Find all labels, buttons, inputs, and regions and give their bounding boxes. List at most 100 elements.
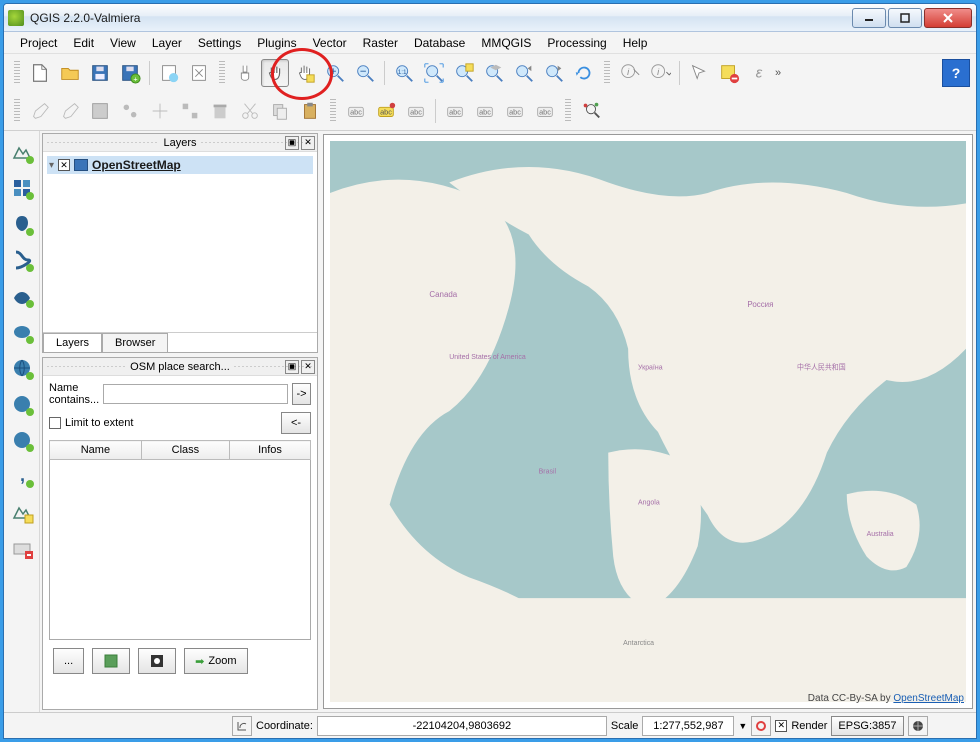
close-button[interactable] — [924, 8, 972, 28]
layer-tree[interactable]: ▾ ✕ OpenStreetMap — [43, 152, 317, 330]
new-project-button[interactable] — [26, 59, 54, 87]
add-delimited-layer-button[interactable]: , — [7, 461, 37, 491]
zoom-selection-button[interactable] — [450, 59, 478, 87]
save-edits-button[interactable] — [86, 97, 114, 125]
crs-icon[interactable] — [908, 716, 928, 736]
zoom-next-button[interactable] — [540, 59, 568, 87]
toolbar-overflow[interactable]: » — [775, 67, 789, 79]
tab-browser[interactable]: Browser — [102, 333, 168, 352]
zoom-in-button[interactable] — [321, 59, 349, 87]
pan-map-button[interactable] — [261, 59, 289, 87]
edit-button-2[interactable] — [56, 97, 84, 125]
add-wcs-layer-button[interactable] — [7, 389, 37, 419]
menu-project[interactable]: Project — [12, 34, 65, 52]
osm-results-list[interactable] — [49, 460, 311, 640]
coordinate-input[interactable] — [317, 716, 607, 736]
label-tool-7[interactable]: abc — [531, 97, 559, 125]
menu-processing[interactable]: Processing — [539, 34, 614, 52]
expression-select-button[interactable]: ε — [745, 59, 773, 87]
toggle-extents-icon[interactable] — [232, 716, 252, 736]
zoom-layer-button[interactable] — [480, 59, 508, 87]
tab-layers[interactable]: Layers — [43, 333, 102, 352]
new-shapefile-button[interactable] — [7, 497, 37, 527]
identify-button[interactable]: i — [616, 59, 644, 87]
menu-layer[interactable]: Layer — [144, 34, 190, 52]
save-project-button[interactable] — [86, 59, 114, 87]
refresh-button[interactable] — [570, 59, 598, 87]
limit-extent-checkbox[interactable] — [49, 417, 61, 429]
toggle-edit-button[interactable] — [26, 97, 54, 125]
remove-layer-button[interactable] — [7, 533, 37, 563]
cut-button[interactable] — [236, 97, 264, 125]
touch-zoom-button[interactable] — [231, 59, 259, 87]
menu-view[interactable]: View — [102, 34, 144, 52]
new-composer-button[interactable] — [155, 59, 183, 87]
osm-tool-button[interactable] — [577, 97, 605, 125]
menu-database[interactable]: Database — [406, 34, 473, 52]
col-infos[interactable]: Infos — [230, 441, 311, 460]
pan-to-selection-button[interactable] — [291, 59, 319, 87]
layers-panel-close-icon[interactable]: ✕ — [301, 136, 315, 150]
crs-button[interactable]: EPSG:3857 — [831, 716, 903, 736]
add-oracle-layer-button[interactable] — [7, 317, 37, 347]
stop-render-button[interactable] — [751, 716, 771, 736]
deselect-button[interactable] — [715, 59, 743, 87]
zoom-out-button[interactable] — [351, 59, 379, 87]
paste-button[interactable] — [296, 97, 324, 125]
label-tool-2[interactable]: abc — [372, 97, 400, 125]
add-feature-button[interactable] — [116, 97, 144, 125]
add-raster-layer-button[interactable] — [7, 173, 37, 203]
open-project-button[interactable] — [56, 59, 84, 87]
add-vector-layer-button[interactable] — [7, 137, 37, 167]
render-checkbox[interactable]: ✕ — [775, 720, 787, 732]
move-feature-button[interactable] — [146, 97, 174, 125]
select-button[interactable] — [685, 59, 713, 87]
label-tool-1[interactable]: abc — [342, 97, 370, 125]
map-canvas[interactable]: Canada United States of America Россия У… — [323, 134, 973, 709]
layer-item-osm[interactable]: ▾ ✕ OpenStreetMap — [47, 156, 313, 174]
node-tool-button[interactable] — [176, 97, 204, 125]
add-mssql-layer-button[interactable] — [7, 281, 37, 311]
menu-mmqgis[interactable]: MMQGIS — [473, 34, 539, 52]
osm-panel-pin-icon[interactable]: ▣ — [285, 360, 299, 374]
add-wfs-layer-button[interactable] — [7, 425, 37, 455]
menu-edit[interactable]: Edit — [65, 34, 102, 52]
add-spatialite-layer-button[interactable] — [7, 245, 37, 275]
layer-checkbox[interactable]: ✕ — [58, 159, 70, 171]
scale-input[interactable] — [642, 716, 734, 736]
zoom-last-button[interactable] — [510, 59, 538, 87]
maximize-button[interactable] — [888, 8, 922, 28]
label-tool-6[interactable]: abc — [501, 97, 529, 125]
col-class[interactable]: Class — [141, 441, 229, 460]
col-name[interactable]: Name — [50, 441, 142, 460]
name-contains-input[interactable] — [103, 384, 288, 404]
osm-panel-close-icon[interactable]: ✕ — [301, 360, 315, 374]
save-as-button[interactable]: + — [116, 59, 144, 87]
search-back-button[interactable]: <- — [281, 412, 311, 434]
composer-manager-button[interactable] — [185, 59, 213, 87]
add-postgis-layer-button[interactable] — [7, 209, 37, 239]
identify-dropdown-button[interactable]: i — [646, 59, 674, 87]
zoom-full-button[interactable] — [420, 59, 448, 87]
copy-button[interactable] — [266, 97, 294, 125]
attribution-link[interactable]: OpenStreetMap — [893, 693, 964, 704]
menu-settings[interactable]: Settings — [190, 34, 249, 52]
osm-more-button[interactable]: ... — [53, 648, 84, 674]
osm-zoom-button[interactable]: ➡ Zoom — [184, 648, 247, 674]
scale-dropdown-icon[interactable]: ▼ — [738, 721, 747, 731]
osm-layer-button[interactable] — [138, 648, 176, 674]
delete-selected-button[interactable] — [206, 97, 234, 125]
menu-vector[interactable]: Vector — [305, 34, 355, 52]
menu-help[interactable]: Help — [615, 34, 656, 52]
label-tool-5[interactable]: abc — [471, 97, 499, 125]
menu-plugins[interactable]: Plugins — [249, 34, 304, 52]
search-go-button[interactable]: -> — [292, 383, 311, 405]
add-wms-layer-button[interactable] — [7, 353, 37, 383]
label-tool-4[interactable]: abc — [441, 97, 469, 125]
help-button[interactable]: ? — [942, 59, 970, 87]
zoom-native-button[interactable]: 1:1 — [390, 59, 418, 87]
menu-raster[interactable]: Raster — [355, 34, 406, 52]
layers-panel-pin-icon[interactable]: ▣ — [285, 136, 299, 150]
label-tool-3[interactable]: abc — [402, 97, 430, 125]
osm-mask-button[interactable] — [92, 648, 130, 674]
